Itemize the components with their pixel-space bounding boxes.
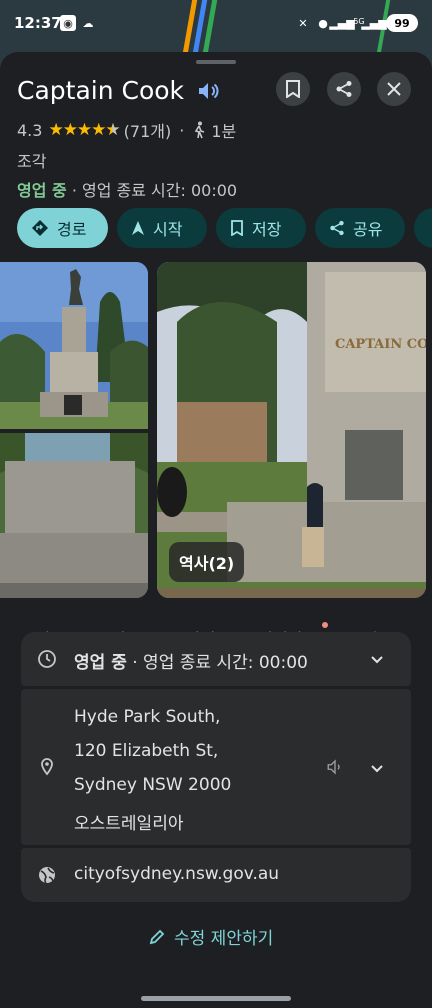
hours-row[interactable]: 영업 중 · 영업 종료 시간: 00:00 bbox=[21, 632, 411, 686]
directions-label: 경로 bbox=[57, 220, 87, 239]
battery-level: 99 bbox=[394, 16, 410, 30]
rating-value: 4.3 bbox=[17, 120, 43, 140]
mute-icon: ✕ bbox=[298, 16, 308, 30]
battery-indicator: 99 bbox=[386, 14, 418, 32]
speaker-icon[interactable] bbox=[196, 79, 220, 103]
star-rating-icon: ★★★★★ bbox=[48, 120, 120, 140]
hours-closing: · 영업 종료 시간: 00:00 bbox=[126, 653, 308, 673]
globe-icon bbox=[39, 867, 55, 884]
status-bar: 12:37 ◉ ☁ ✕ ● ▂▄▆ 5G ▂▄▆ 99 bbox=[0, 0, 432, 46]
speaker-icon[interactable] bbox=[326, 758, 344, 776]
website-link[interactable]: cityofsydney.nsw.gov.au bbox=[74, 864, 279, 884]
statue-photo bbox=[0, 262, 148, 429]
location-icon: ● bbox=[318, 16, 328, 30]
new-updates-dot bbox=[322, 622, 328, 628]
chevron-down-icon[interactable] bbox=[367, 758, 387, 778]
chevron-down-icon[interactable] bbox=[367, 649, 387, 669]
photo-category-badge[interactable]: 역사(2) bbox=[169, 542, 245, 582]
open-status: 영업 중 bbox=[17, 181, 67, 200]
place-title: Captain Cook bbox=[17, 76, 185, 105]
suggest-edit-link[interactable]: 수정 제안하기 bbox=[148, 924, 273, 949]
share-icon-button[interactable] bbox=[327, 72, 361, 106]
save-button[interactable]: 저장 bbox=[216, 208, 306, 248]
bookmark-icon bbox=[286, 80, 300, 98]
status-time: 12:37 bbox=[14, 14, 62, 32]
gesture-navigation-bar[interactable] bbox=[141, 996, 291, 1001]
website-row[interactable]: cityofsydney.nsw.gov.au bbox=[21, 848, 411, 902]
address-line-1: Hyde Park South, bbox=[74, 707, 221, 727]
share-icon bbox=[336, 81, 352, 97]
photo-gallery: CAPTAIN CO 역사(2) bbox=[0, 262, 432, 598]
address-line-2: 120 Elizabeth St, bbox=[74, 741, 219, 761]
rating-row[interactable]: 4.3 ★★★★★ (71개) · 1분 bbox=[17, 118, 236, 142]
start-button[interactable]: 시작 bbox=[117, 208, 207, 248]
location-pin-icon bbox=[41, 758, 53, 776]
share-label: 공유 bbox=[353, 220, 383, 239]
start-label: 시작 bbox=[153, 220, 183, 239]
save-icon-button[interactable] bbox=[276, 72, 310, 106]
close-button[interactable] bbox=[377, 72, 411, 106]
signal-icon: ▂▄▆ bbox=[329, 16, 355, 30]
place-category: 조각 bbox=[17, 152, 47, 171]
share-icon bbox=[330, 220, 344, 236]
directions-icon bbox=[32, 220, 48, 236]
directions-button[interactable]: 경로 bbox=[17, 208, 108, 248]
suggest-edit-label: 수정 제안하기 bbox=[174, 929, 274, 949]
hours-summary: 영업 중 · 영업 종료 시간: 00:00 bbox=[17, 177, 237, 201]
walk-time: 1분 bbox=[211, 122, 237, 141]
drag-handle[interactable] bbox=[196, 60, 236, 64]
navigation-arrow-icon bbox=[132, 221, 144, 235]
pencil-icon bbox=[149, 929, 165, 944]
cloud-notification-icon: ☁ bbox=[82, 16, 94, 30]
more-actions-button[interactable] bbox=[414, 208, 432, 248]
close-icon bbox=[387, 82, 401, 96]
address-line-3: Sydney NSW 2000 bbox=[74, 775, 232, 795]
hours-open-status: 영업 중 bbox=[74, 653, 127, 673]
save-label: 저장 bbox=[252, 220, 282, 239]
walking-icon bbox=[195, 121, 205, 139]
bookmark-icon bbox=[231, 220, 243, 236]
closing-time: · 영업 종료 시간: 00:00 bbox=[66, 181, 238, 200]
camera-notification-icon: ◉ bbox=[60, 15, 76, 31]
share-button[interactable]: 공유 bbox=[315, 208, 405, 248]
clock-icon bbox=[38, 650, 56, 668]
svg-text:CAPTAIN CO: CAPTAIN CO bbox=[335, 337, 426, 352]
photo-pedestal[interactable] bbox=[0, 433, 148, 598]
signal-icon: ▂▄▆ bbox=[361, 16, 387, 30]
hours-detail: 영업 중 · 영업 종료 시간: 00:00 bbox=[74, 648, 308, 673]
review-count: (71개) bbox=[123, 122, 172, 141]
photo-child-monument[interactable]: CAPTAIN CO 역사(2) bbox=[157, 262, 426, 598]
address-row[interactable]: Hyde Park South, 120 Elizabeth St, Sydne… bbox=[21, 689, 411, 845]
address-line-4: 오스트레일리아 bbox=[74, 814, 184, 834]
photo-statue-wide[interactable] bbox=[0, 262, 148, 429]
action-buttons: 경로 시작 저장 공유 bbox=[17, 208, 432, 248]
separator-dot: · bbox=[179, 120, 185, 140]
pedestal-photo bbox=[0, 433, 148, 598]
